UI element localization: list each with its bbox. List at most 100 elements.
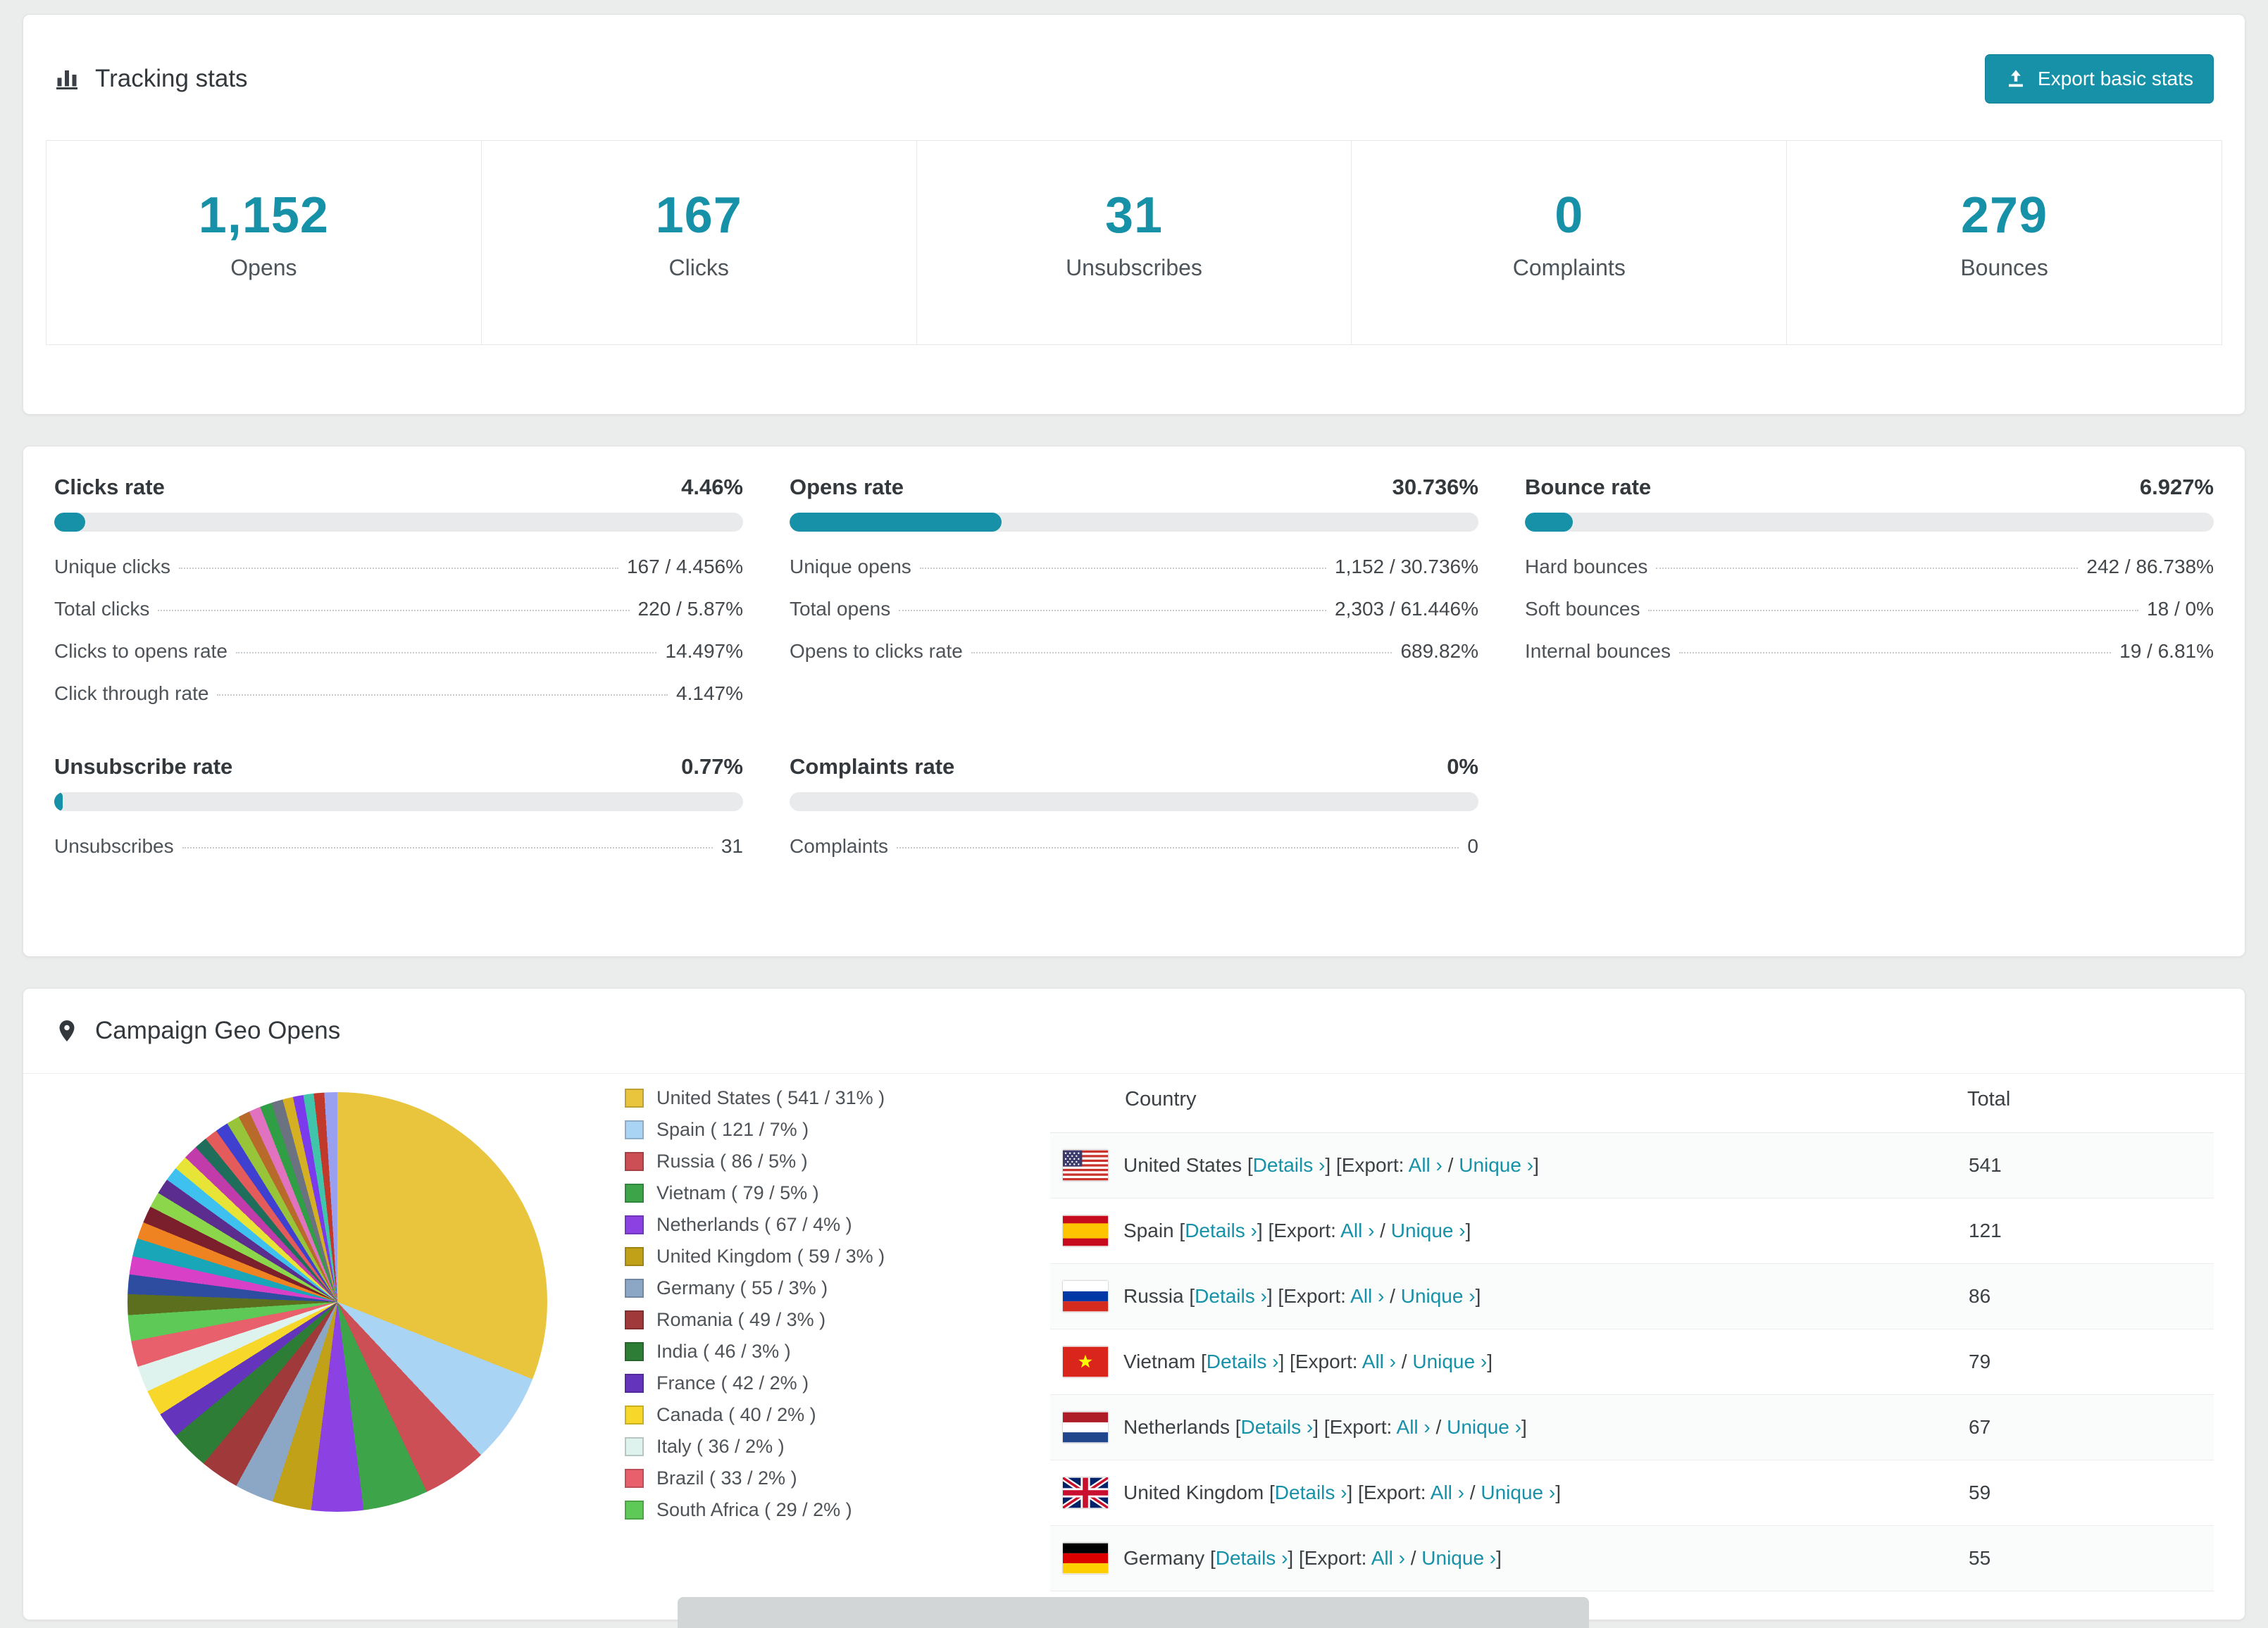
export-all-link[interactable]: All ›	[1371, 1547, 1405, 1569]
clicks-rate-rows: Unique clicks 167 / 4.456% Total clicks 220…	[54, 546, 743, 715]
legend-swatch	[625, 1342, 644, 1361]
legend-label: Netherlands ( 67 / 4% )	[656, 1214, 852, 1235]
rate-title: Bounce rate	[1525, 475, 1652, 499]
tracking-stats-title-text: Tracking stats	[95, 65, 248, 92]
legend-item: Romania ( 49 / 3% )	[625, 1304, 1019, 1336]
export-icon	[2005, 68, 2026, 89]
details-link[interactable]: Details ›	[1195, 1285, 1267, 1307]
export-unique-link[interactable]: Unique ›	[1459, 1154, 1533, 1176]
country-cell: Vietnam [Details ›] [Export: All › / Uni…	[1050, 1329, 1967, 1395]
bracket: ]	[1496, 1547, 1502, 1569]
stat-row-value: 14.497%	[665, 640, 743, 662]
export-unique-link[interactable]: Unique ›	[1421, 1547, 1496, 1569]
bounce-rate-rows: Hard bounces 242 / 86.738% Soft bounces 18 …	[1525, 546, 2214, 672]
legend-label: Spain ( 121 / 7% )	[656, 1119, 809, 1140]
legend-label: Russia ( 86 / 5% )	[656, 1151, 808, 1172]
bracket: ]	[1555, 1482, 1561, 1503]
details-link[interactable]: Details ›	[1241, 1416, 1314, 1438]
rates-grid: Clicks rate 4.46% Unique clicks 167 / 4.456…	[54, 475, 2214, 868]
dotted-leader	[1679, 652, 2112, 653]
stat-row-label: Total opens	[790, 598, 891, 620]
dotted-leader	[158, 610, 630, 611]
stat-row: Click through rate 4.147%	[54, 672, 743, 715]
geo-opens-header: Campaign Geo Opens	[23, 989, 2245, 1074]
details-link[interactable]: Details ›	[1216, 1547, 1288, 1569]
summary-stats-row: 1,152 Opens 167 Clicks 31 Unsubscribes 0 Compla…	[46, 140, 2222, 345]
country-name: Netherlands	[1123, 1416, 1235, 1438]
legend-swatch	[625, 1247, 644, 1266]
export-unique-link[interactable]: Unique ›	[1412, 1351, 1487, 1372]
details-link[interactable]: Details ›	[1207, 1351, 1279, 1372]
progress-bar	[54, 513, 743, 532]
export-all-link[interactable]: All ›	[1409, 1154, 1443, 1176]
export-unique-link[interactable]: Unique ›	[1481, 1482, 1555, 1503]
rate-value: 30.736%	[1392, 475, 1478, 499]
country-cell: Russia [Details ›] [Export: All › / Uniq…	[1050, 1264, 1967, 1329]
geo-opens-table: Country Total United States [Details ›] …	[1050, 1074, 2214, 1591]
legend-item: France ( 42 / 2% )	[625, 1367, 1019, 1399]
legend-label: South Africa ( 29 / 2% )	[656, 1499, 852, 1520]
ru-flag-icon	[1063, 1281, 1108, 1312]
bracket: [	[1247, 1154, 1253, 1176]
table-row-ru: Russia [Details ›] [Export: All › / Uniq…	[1050, 1263, 2214, 1329]
rate-title: Clicks rate	[54, 475, 165, 499]
horizontal-scrollbar[interactable]	[678, 1597, 1589, 1628]
clicks-rate-head: Clicks rate 4.46%	[54, 475, 743, 500]
country-name: Spain	[1123, 1220, 1180, 1241]
stat-label: Complaints	[1512, 255, 1626, 280]
stat-box-complaints: 0 Complaints	[1351, 140, 1788, 345]
legend-label: United Kingdom ( 59 / 3% )	[656, 1246, 885, 1267]
legend-swatch	[625, 1089, 644, 1108]
stat-row-value: 242 / 86.738%	[2086, 556, 2214, 577]
details-link[interactable]: Details ›	[1275, 1482, 1347, 1503]
legend-swatch	[625, 1120, 644, 1139]
stat-row: Internal bounces 19 / 6.81%	[1525, 630, 2214, 672]
export-all-link[interactable]: All ›	[1350, 1285, 1384, 1307]
gb-flag-icon	[1063, 1477, 1108, 1508]
stat-box-unsubscribes: 31 Unsubscribes	[916, 140, 1352, 345]
tracking-stats-card: Tracking stats Export basic stats 1,152 O…	[23, 14, 2245, 415]
slash: /	[1404, 1547, 1422, 1569]
bracket: [	[1269, 1482, 1275, 1503]
rate-title: Opens rate	[790, 475, 904, 499]
stat-label: Opens	[230, 255, 297, 280]
legend-item: Germany ( 55 / 3% )	[625, 1272, 1019, 1304]
unsubscribe-rate-panel: Unsubscribe rate 0.77% Unsubscribes 31	[54, 754, 743, 868]
export-all-link[interactable]: All ›	[1340, 1220, 1374, 1241]
export-unique-link[interactable]: Unique ›	[1391, 1220, 1466, 1241]
export-all-link[interactable]: All ›	[1431, 1482, 1464, 1503]
geo-table-wrap: Country Total United States [Details ›] …	[1050, 1074, 2214, 1591]
slash: /	[1396, 1351, 1413, 1372]
stat-row: Hard bounces 242 / 86.738%	[1525, 546, 2214, 588]
export-all-link[interactable]: All ›	[1362, 1351, 1396, 1372]
stat-row: Total clicks 220 / 5.87%	[54, 588, 743, 630]
opens-rate-head: Opens rate 30.736%	[790, 475, 1478, 500]
complaints-rate-rows: Complaints 0	[790, 825, 1478, 868]
stat-row: Soft bounces 18 / 0%	[1525, 588, 2214, 630]
details-link[interactable]: Details ›	[1253, 1154, 1326, 1176]
progress-bar-fill	[54, 513, 85, 532]
bounce-rate-head: Bounce rate 6.927%	[1525, 475, 2214, 500]
bracket: ] [Export:	[1313, 1416, 1397, 1438]
details-link[interactable]: Details ›	[1185, 1220, 1257, 1241]
country-text: Germany [Details ›] [Export: All › / Uni…	[1123, 1547, 1502, 1570]
stat-label: Clicks	[668, 255, 729, 280]
country-name: United States	[1123, 1154, 1247, 1176]
progress-bar-fill	[1525, 513, 1573, 532]
rate-value: 4.46%	[681, 475, 743, 499]
export-all-link[interactable]: All ›	[1397, 1416, 1431, 1438]
country-total: 55	[1969, 1547, 1991, 1569]
export-basic-stats-button[interactable]: Export basic stats	[1985, 54, 2214, 104]
country-name: United Kingdom	[1123, 1482, 1270, 1503]
dotted-leader	[1656, 568, 2079, 569]
export-unique-link[interactable]: Unique ›	[1401, 1285, 1476, 1307]
dotted-leader	[919, 568, 1327, 569]
stat-row: Unique clicks 167 / 4.456%	[54, 546, 743, 588]
stat-value: 279	[1961, 187, 2048, 244]
stat-value: 167	[655, 187, 742, 244]
export-unique-link[interactable]: Unique ›	[1447, 1416, 1521, 1438]
legend-swatch	[625, 1184, 644, 1203]
slash: /	[1464, 1482, 1481, 1503]
stat-row: Complaints 0	[790, 825, 1478, 868]
slash: /	[1430, 1416, 1447, 1438]
